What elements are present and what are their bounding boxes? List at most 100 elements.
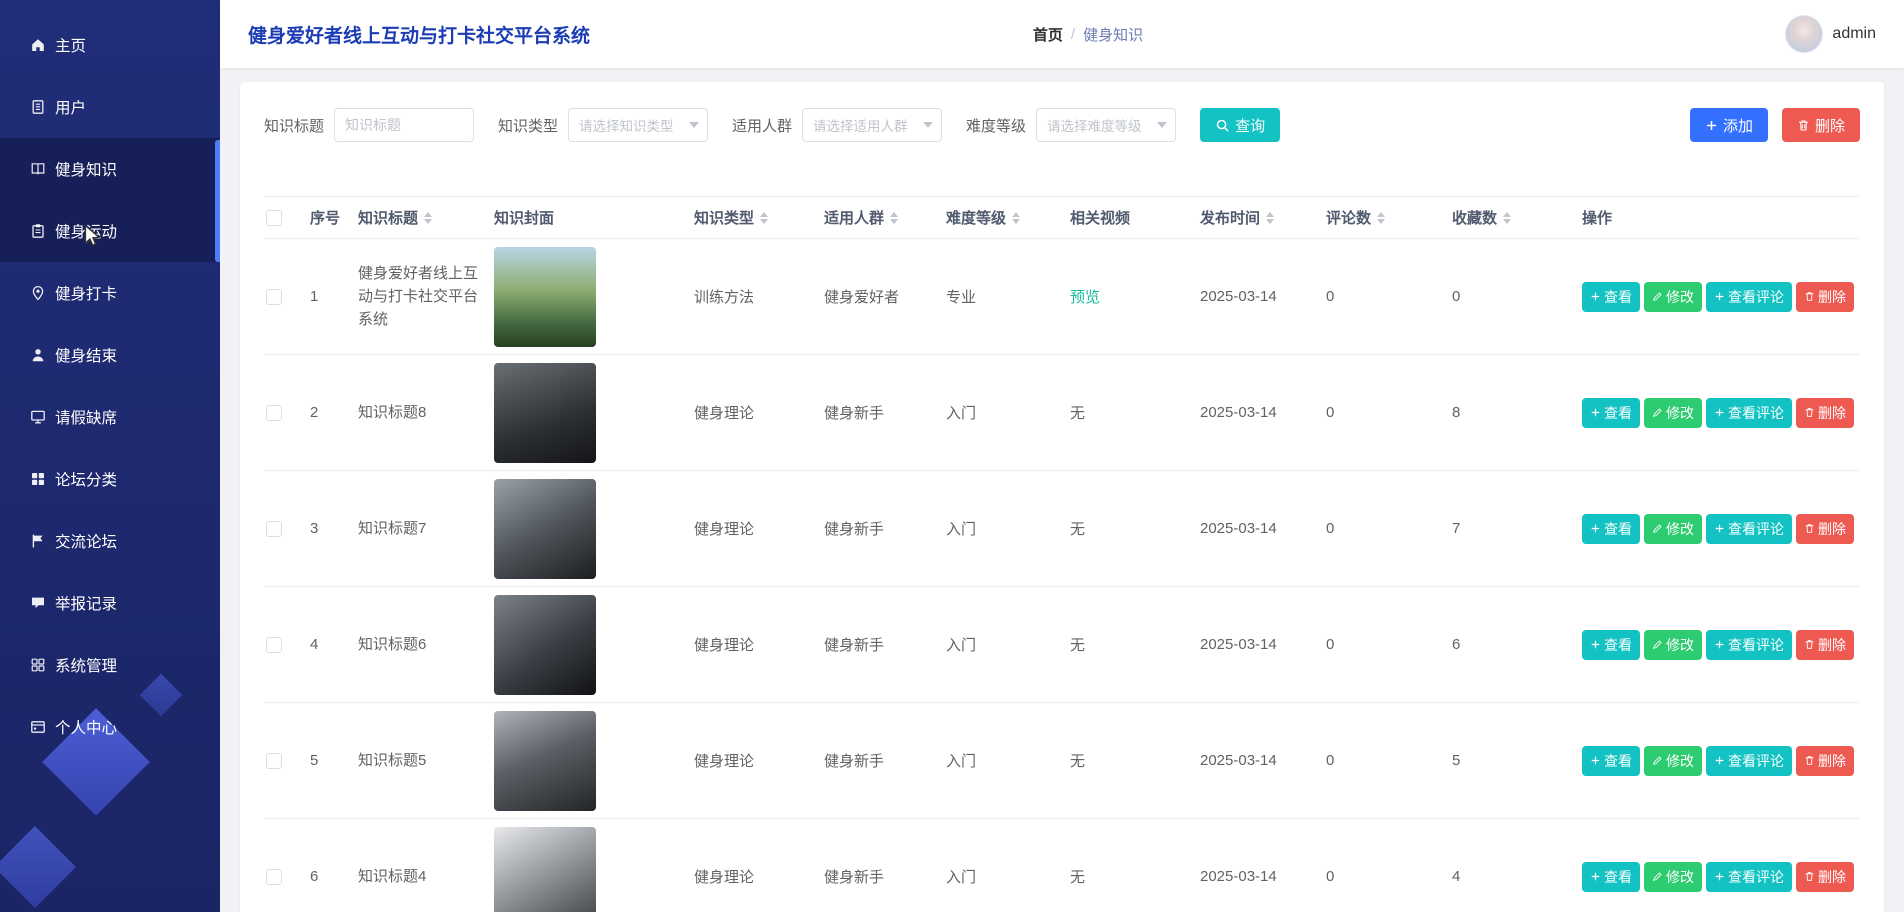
sidebar-item-4[interactable]: 健身运动 — [0, 200, 220, 262]
sidebar-item-7[interactable]: 请假缺席 — [0, 386, 220, 448]
view-comments-button[interactable]: 查看评论 — [1706, 862, 1792, 892]
cell-favorites: 0 — [1452, 288, 1460, 305]
cell-index: 5 — [310, 752, 318, 769]
view-button[interactable]: 查看 — [1582, 282, 1640, 312]
search-button[interactable]: 查询 — [1200, 108, 1280, 142]
filter-type-label: 知识类型 — [498, 115, 558, 136]
cell-index: 3 — [310, 520, 318, 537]
view-button[interactable]: 查看 — [1582, 746, 1640, 776]
row-checkbox[interactable] — [266, 521, 282, 537]
column-header[interactable]: 难度等级 — [944, 197, 1068, 239]
delete-row-button[interactable]: 删除 — [1796, 282, 1854, 312]
cell-favorites: 7 — [1452, 520, 1460, 537]
video-preview-link[interactable]: 预览 — [1070, 289, 1100, 306]
column-header[interactable]: 知识类型 — [692, 197, 822, 239]
column-header[interactable]: 评论数 — [1324, 197, 1450, 239]
delete-row-button[interactable]: 删除 — [1796, 398, 1854, 428]
sidebar-item-11[interactable]: 系统管理 — [0, 634, 220, 696]
view-button[interactable]: 查看 — [1582, 630, 1640, 660]
sort-icon[interactable] — [1503, 212, 1511, 224]
delete-row-button[interactable]: 删除 — [1796, 746, 1854, 776]
sort-icon[interactable] — [1377, 212, 1385, 224]
column-header[interactable]: 收藏数 — [1450, 197, 1580, 239]
filter-audience-label: 适用人群 — [732, 115, 792, 136]
edit-button[interactable]: 修改 — [1644, 862, 1702, 892]
sort-icon[interactable] — [890, 212, 898, 224]
card-icon — [30, 719, 46, 735]
user-menu[interactable]: admin — [1785, 15, 1876, 53]
plus-icon — [1590, 291, 1601, 302]
sidebar-item-8[interactable]: 论坛分类 — [0, 448, 220, 510]
cell-comments: 0 — [1326, 868, 1334, 885]
sort-icon[interactable] — [424, 212, 432, 224]
delete-row-button[interactable]: 删除 — [1796, 630, 1854, 660]
sidebar-item-12[interactable]: 个人中心 — [0, 696, 220, 758]
plus-icon — [1590, 523, 1601, 534]
chevron-down-icon — [1157, 122, 1167, 128]
sidebar-item-6[interactable]: 健身结束 — [0, 324, 220, 386]
edit-icon — [1652, 639, 1663, 650]
table-body: 1 健身爱好者线上互动与打卡社交平台系统 训练方法 健身爱好者 专业 预览 20… — [264, 239, 1860, 912]
knowledge-type-select[interactable]: 请选择知识类型 — [568, 108, 708, 142]
cell-video: 无 — [1070, 521, 1085, 538]
knowledge-table: 序号 知识标题 知识封面 知识类型 适用人群 难度等级 相关视频 — [264, 196, 1860, 912]
filter-level-label: 难度等级 — [966, 115, 1026, 136]
edit-button[interactable]: 修改 — [1644, 746, 1702, 776]
sidebar-item-1[interactable]: 主页 — [0, 14, 220, 76]
plus-icon — [1714, 523, 1725, 534]
cover-image — [494, 479, 596, 579]
sort-icon[interactable] — [1012, 212, 1020, 224]
cell-date: 2025-03-14 — [1200, 404, 1277, 421]
sort-icon[interactable] — [1266, 212, 1274, 224]
sidebar-item-2[interactable]: 用户 — [0, 76, 220, 138]
plus-icon — [1714, 639, 1725, 650]
sidebar-item-10[interactable]: 举报记录 — [0, 572, 220, 634]
edit-button[interactable]: 修改 — [1644, 282, 1702, 312]
sidebar-item-3[interactable]: 健身知识 — [0, 138, 220, 200]
knowledge-title-input[interactable] — [334, 108, 474, 142]
edit-button[interactable]: 修改 — [1644, 514, 1702, 544]
row-checkbox[interactable] — [266, 289, 282, 305]
column-header: 相关视频 — [1068, 197, 1198, 239]
cell-date: 2025-03-14 — [1200, 288, 1277, 305]
decoration-cube — [0, 826, 76, 908]
column-header[interactable]: 适用人群 — [822, 197, 944, 239]
sort-icon[interactable] — [760, 212, 768, 224]
view-comments-button[interactable]: 查看评论 — [1706, 630, 1792, 660]
breadcrumb-home[interactable]: 首页 — [1033, 24, 1063, 45]
filter-title-group: 知识标题 — [264, 108, 474, 142]
sidebar-nav: 主页 用户 健身知识 健身运动 健身打卡 健身结束 请假缺席 论坛分类 交流论坛… — [0, 0, 220, 758]
row-checkbox[interactable] — [266, 869, 282, 885]
add-button[interactable]: 添加 — [1690, 108, 1768, 142]
delete-row-button[interactable]: 删除 — [1796, 862, 1854, 892]
trash-icon — [1804, 523, 1815, 534]
trash-icon — [1804, 639, 1815, 650]
edit-button[interactable]: 修改 — [1644, 398, 1702, 428]
level-select[interactable]: 请选择难度等级 — [1036, 108, 1176, 142]
sidebar-item-9[interactable]: 交流论坛 — [0, 510, 220, 572]
view-button[interactable]: 查看 — [1582, 862, 1640, 892]
view-comments-button[interactable]: 查看评论 — [1706, 514, 1792, 544]
delete-button[interactable]: 删除 — [1782, 108, 1860, 142]
view-comments-button[interactable]: 查看评论 — [1706, 282, 1792, 312]
select-all-checkbox[interactable] — [266, 210, 282, 226]
cell-comments: 0 — [1326, 752, 1334, 769]
breadcrumb: 首页 / 健身知识 — [1033, 24, 1143, 45]
sidebar-item-5[interactable]: 健身打卡 — [0, 262, 220, 324]
cell-date: 2025-03-14 — [1200, 868, 1277, 885]
row-checkbox[interactable] — [266, 637, 282, 653]
audience-select[interactable]: 请选择适用人群 — [802, 108, 942, 142]
cell-type: 健身理论 — [694, 405, 754, 422]
row-checkbox[interactable] — [266, 405, 282, 421]
view-button[interactable]: 查看 — [1582, 514, 1640, 544]
cover-image — [494, 247, 596, 347]
column-header[interactable]: 发布时间 — [1198, 197, 1324, 239]
view-comments-button[interactable]: 查看评论 — [1706, 398, 1792, 428]
view-comments-button[interactable]: 查看评论 — [1706, 746, 1792, 776]
column-header[interactable]: 知识标题 — [356, 197, 492, 239]
row-checkbox[interactable] — [266, 753, 282, 769]
edit-button[interactable]: 修改 — [1644, 630, 1702, 660]
edit-icon — [1652, 755, 1663, 766]
view-button[interactable]: 查看 — [1582, 398, 1640, 428]
delete-row-button[interactable]: 删除 — [1796, 514, 1854, 544]
